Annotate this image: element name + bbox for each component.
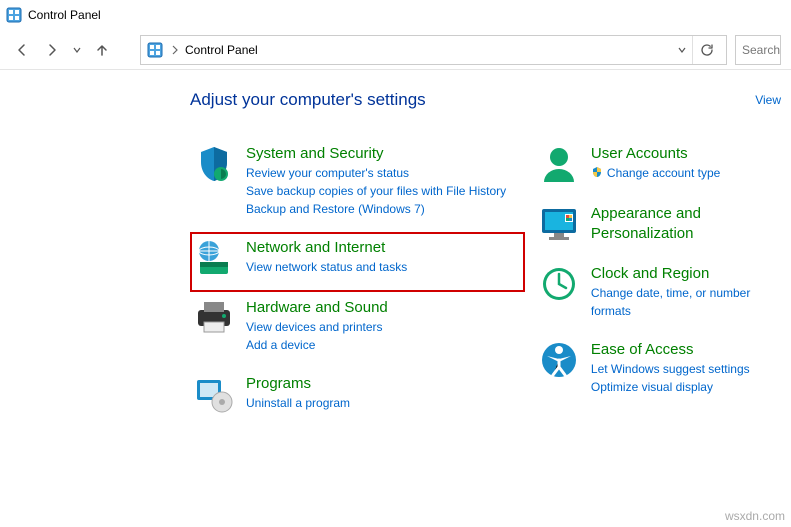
category-user-accounts: User Accounts Change account type — [535, 138, 791, 198]
category-title-network[interactable]: Network and Internet — [246, 238, 521, 258]
link-change-date-time[interactable]: Change date, time, or number formats — [591, 284, 787, 320]
link-add-device[interactable]: Add a device — [246, 336, 521, 354]
control-panel-icon — [6, 7, 22, 23]
link-view-devices[interactable]: View devices and printers — [246, 318, 521, 336]
toolbar: Control Panel Search — [0, 30, 791, 70]
chevron-right-icon[interactable] — [169, 45, 181, 55]
breadcrumb-control-panel[interactable]: Control Panel — [181, 43, 262, 57]
clock-icon — [539, 264, 579, 304]
category-network-internet: Network and Internet View network status… — [190, 232, 525, 292]
refresh-button[interactable] — [692, 36, 720, 64]
recent-locations-dropdown[interactable] — [70, 38, 84, 62]
category-ease-of-access: Ease of Access Let Windows suggest setti… — [535, 334, 791, 410]
printer-icon — [194, 298, 234, 338]
categories-column-left: System and Security Review your computer… — [190, 138, 535, 428]
category-programs: Programs Uninstall a program — [190, 368, 525, 428]
category-title-appearance[interactable]: Appearance and Personalization — [591, 204, 787, 244]
categories-columns: System and Security Review your computer… — [190, 138, 791, 428]
address-bar[interactable]: Control Panel — [140, 35, 727, 65]
window-title: Control Panel — [28, 8, 101, 22]
search-input[interactable]: Search — [735, 35, 781, 65]
category-title-programs[interactable]: Programs — [246, 374, 521, 394]
link-review-computer-status[interactable]: Review your computer's status — [246, 164, 521, 182]
link-network-status[interactable]: View network status and tasks — [246, 258, 521, 276]
category-title-user-accounts[interactable]: User Accounts — [591, 144, 787, 164]
addressbar-dropdown[interactable] — [672, 45, 692, 55]
shield-small-icon — [591, 166, 603, 181]
addressbar-control-panel-icon — [147, 42, 163, 58]
forward-button[interactable] — [40, 38, 64, 62]
titlebar: Control Panel — [0, 0, 791, 30]
category-title-clock[interactable]: Clock and Region — [591, 264, 787, 284]
link-file-history[interactable]: Save backup copies of your files with Fi… — [246, 182, 521, 200]
user-icon — [539, 144, 579, 184]
watermark: wsxdn.com — [725, 509, 785, 523]
network-icon — [194, 238, 234, 278]
category-system-security: System and Security Review your computer… — [190, 138, 525, 232]
category-title-system-security[interactable]: System and Security — [246, 144, 521, 164]
programs-icon — [194, 374, 234, 414]
heading-row: Adjust your computer's settings View — [190, 90, 791, 110]
link-optimize-display[interactable]: Optimize visual display — [591, 378, 787, 396]
category-title-ease[interactable]: Ease of Access — [591, 340, 787, 360]
shield-icon — [194, 144, 234, 184]
up-button[interactable] — [90, 38, 114, 62]
categories-column-right: User Accounts Change account type Appear… — [535, 138, 791, 428]
link-backup-restore[interactable]: Backup and Restore (Windows 7) — [246, 200, 521, 218]
monitor-icon — [539, 204, 579, 244]
search-placeholder: Search — [742, 43, 780, 57]
category-hardware-sound: Hardware and Sound View devices and prin… — [190, 292, 525, 368]
view-by-link[interactable]: View — [755, 93, 781, 107]
category-title-hardware[interactable]: Hardware and Sound — [246, 298, 521, 318]
link-uninstall-program[interactable]: Uninstall a program — [246, 394, 521, 412]
page-heading: Adjust your computer's settings — [190, 90, 426, 110]
back-button[interactable] — [10, 38, 34, 62]
content-area: Adjust your computer's settings View Sys… — [0, 70, 791, 428]
category-appearance: Appearance and Personalization — [535, 198, 791, 258]
category-clock-region: Clock and Region Change date, time, or n… — [535, 258, 791, 334]
ease-of-access-icon — [539, 340, 579, 380]
link-suggest-settings[interactable]: Let Windows suggest settings — [591, 360, 787, 378]
link-change-account-type[interactable]: Change account type — [607, 164, 720, 182]
